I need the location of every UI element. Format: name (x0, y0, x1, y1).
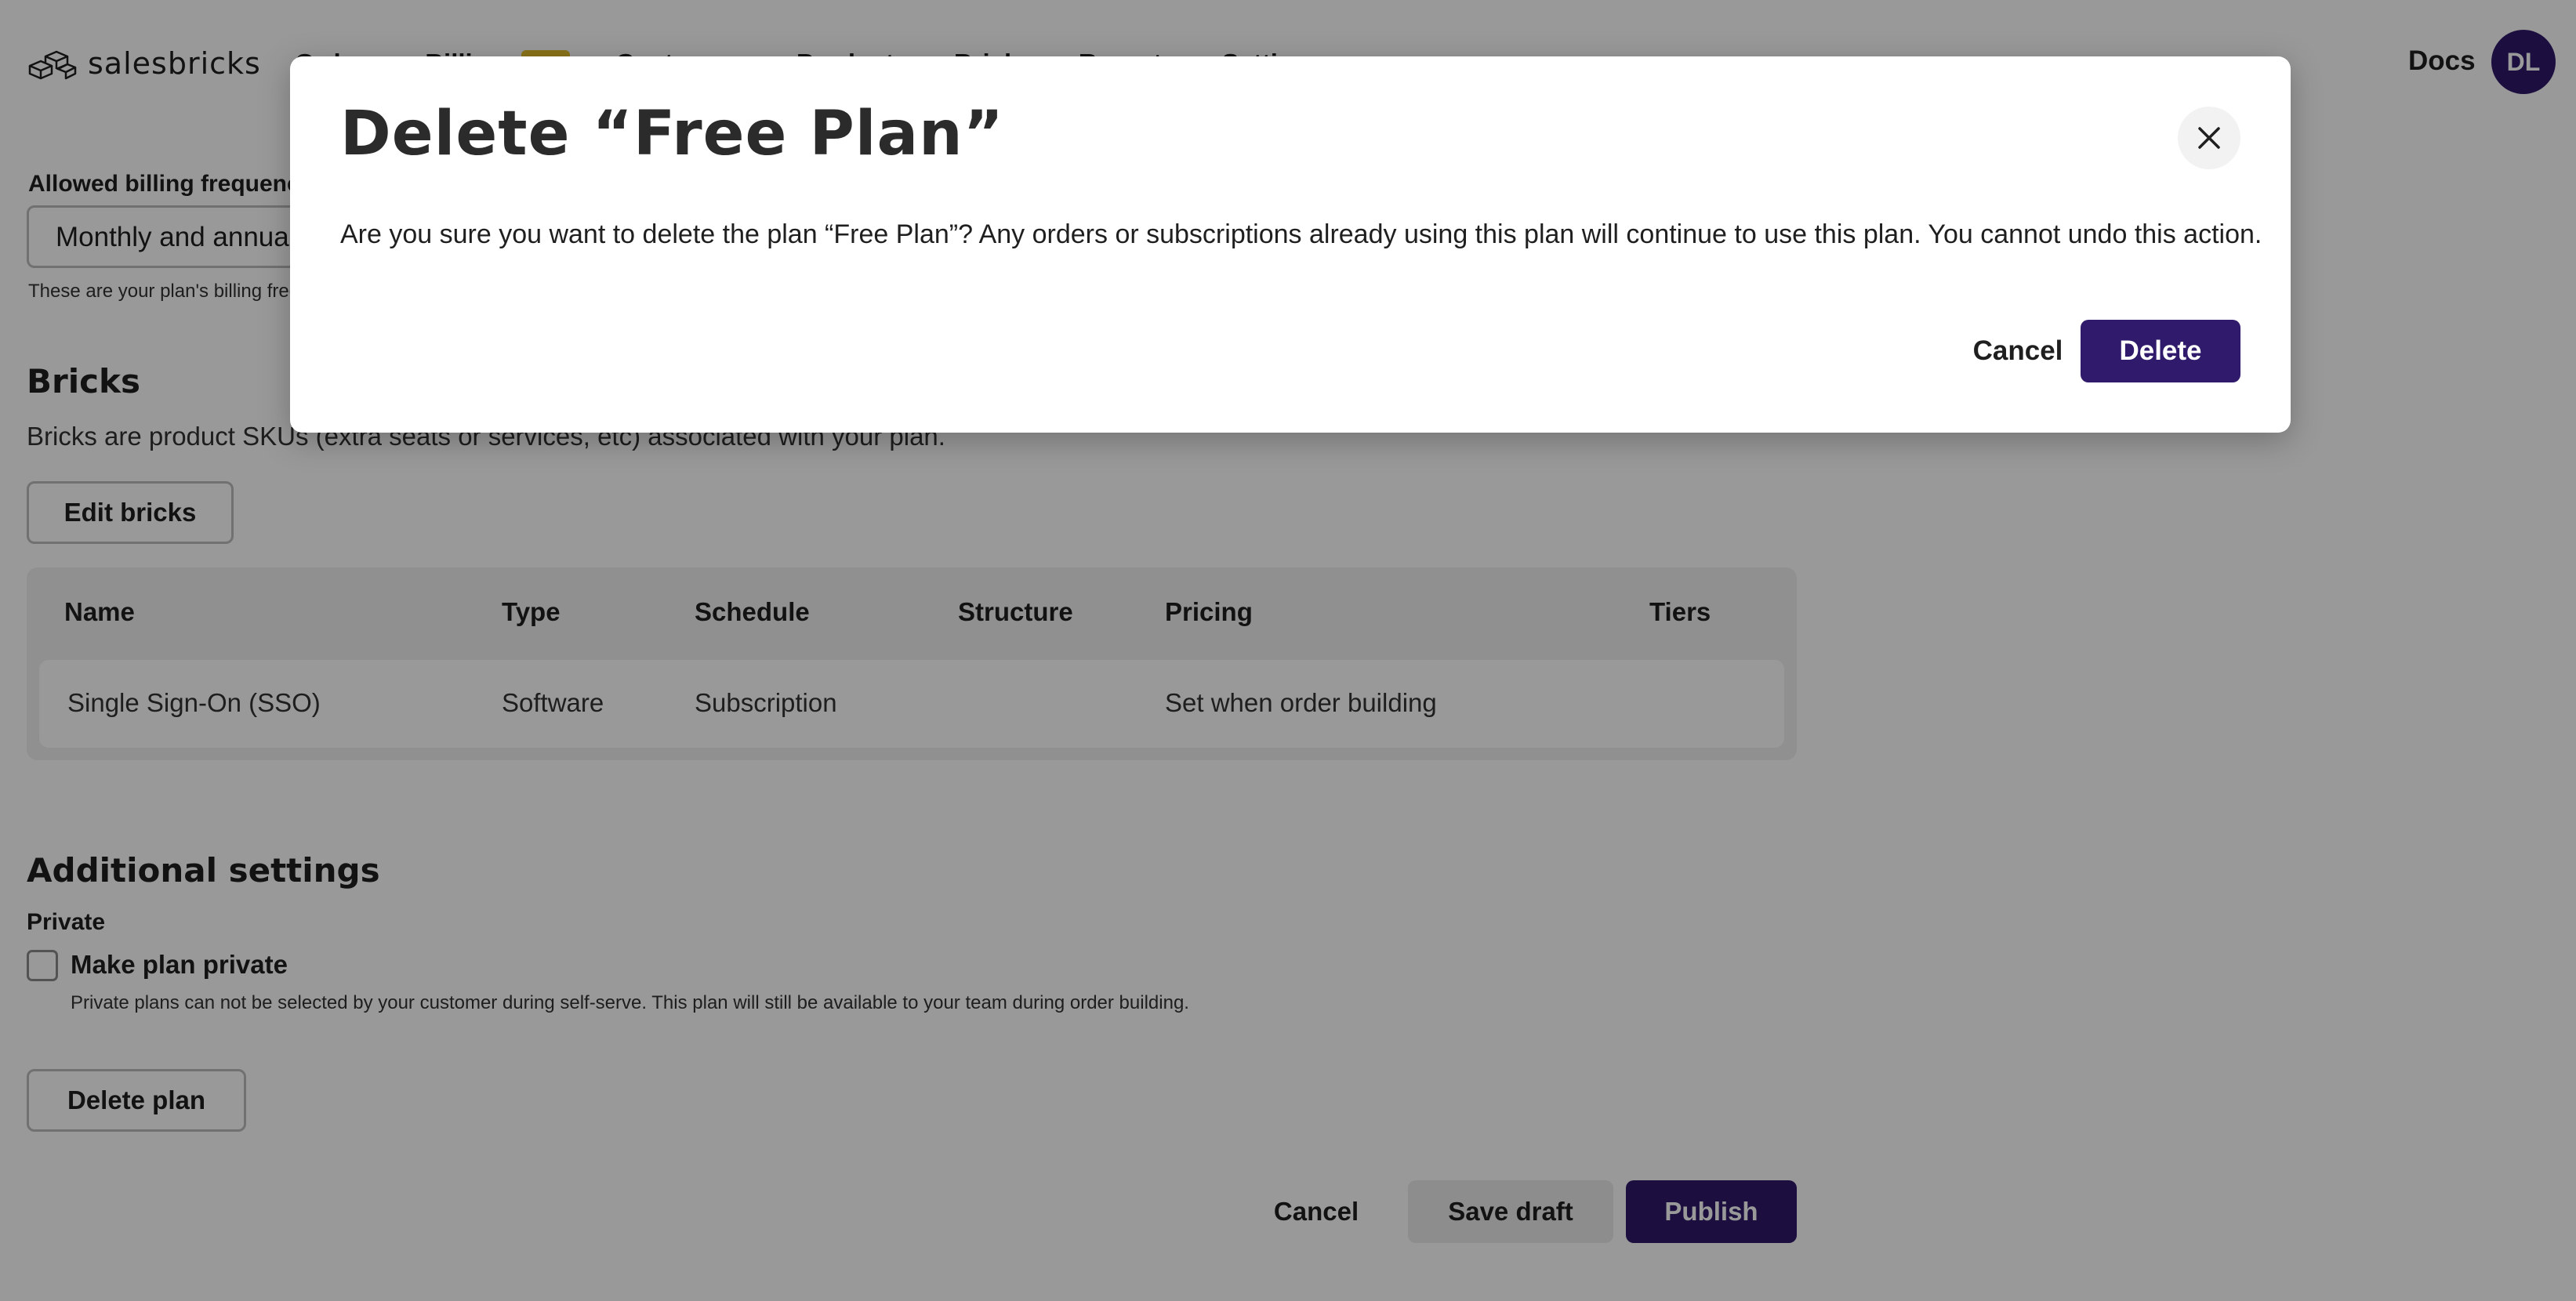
page: salesbricks Orders Billing BETA Customer… (0, 0, 2576, 1301)
dialog-message: Are you sure you want to delete the plan… (340, 219, 2262, 249)
close-icon (2198, 127, 2220, 149)
dialog-delete-button[interactable]: Delete (2081, 320, 2240, 382)
close-button[interactable] (2178, 107, 2240, 169)
dialog-title: Delete “Free Plan” (340, 99, 1004, 169)
delete-plan-dialog: Delete “Free Plan” Are you sure you want… (290, 56, 2291, 433)
